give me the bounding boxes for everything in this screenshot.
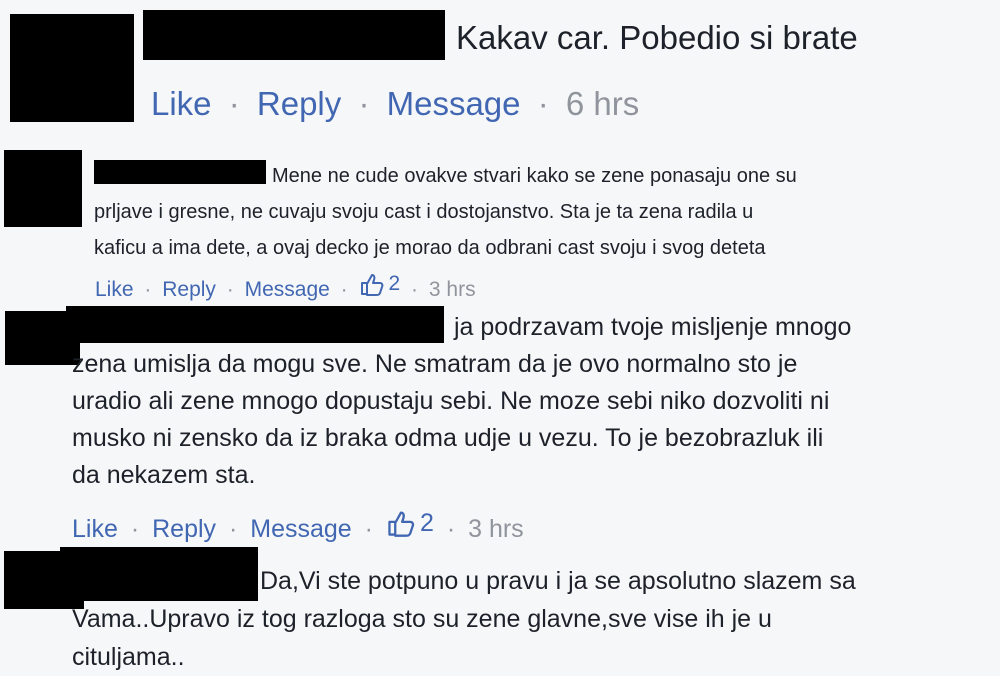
comment-text: Da,Vi ste potpuno u pravu i ja se apsolu… [72,567,856,671]
like-count[interactable]: 2 [359,270,401,298]
message-link[interactable]: Message [387,85,521,122]
separator: · [340,278,348,301]
like-link[interactable]: Like [95,278,134,301]
comment-actions: Like · Reply · Message · 2 · 3 hrs [95,270,476,304]
like-count[interactable]: 2 [386,507,434,539]
thumbs-up-icon [388,511,415,537]
message-link[interactable]: Message [245,278,330,301]
timestamp[interactable]: 3 hrs [429,278,476,301]
avatar-redacted[interactable] [4,150,82,227]
like-link[interactable]: Like [151,85,212,122]
separator: · [364,515,373,543]
author-name-redacted[interactable] [143,10,445,60]
separator: · [537,85,549,122]
reply-link[interactable]: Reply [257,85,341,122]
reply-link[interactable]: Reply [152,515,216,543]
like-count-number: 2 [419,509,434,537]
separator: · [411,278,419,301]
thumbs-up-icon [360,274,383,296]
reply-link[interactable]: Reply [162,278,216,301]
separator: · [226,278,234,301]
timestamp[interactable]: 3 hrs [468,515,524,543]
like-count-number: 2 [388,272,401,295]
like-link[interactable]: Like [72,515,118,543]
timestamp[interactable]: 6 hrs [566,85,639,122]
separator: · [228,515,238,543]
separator: · [446,515,456,543]
comment-text: Kakav car. Pobedio si brate [456,19,858,56]
separator: · [144,278,152,301]
separator: · [228,85,240,122]
comment-actions: Like · Reply · Message · 6 hrs [151,84,639,124]
separator: · [130,515,140,543]
comment-text: ja podrzavam tvoje misljenje mnogo zena … [72,313,852,489]
comment-actions: Like · Reply · Message · 2 · 3 hrs [72,507,524,545]
avatar-redacted[interactable] [10,14,134,122]
message-link[interactable]: Message [250,515,351,543]
separator: · [358,85,370,122]
comment-text: Mene ne cude ovakve stvari kako se zene … [94,165,797,259]
